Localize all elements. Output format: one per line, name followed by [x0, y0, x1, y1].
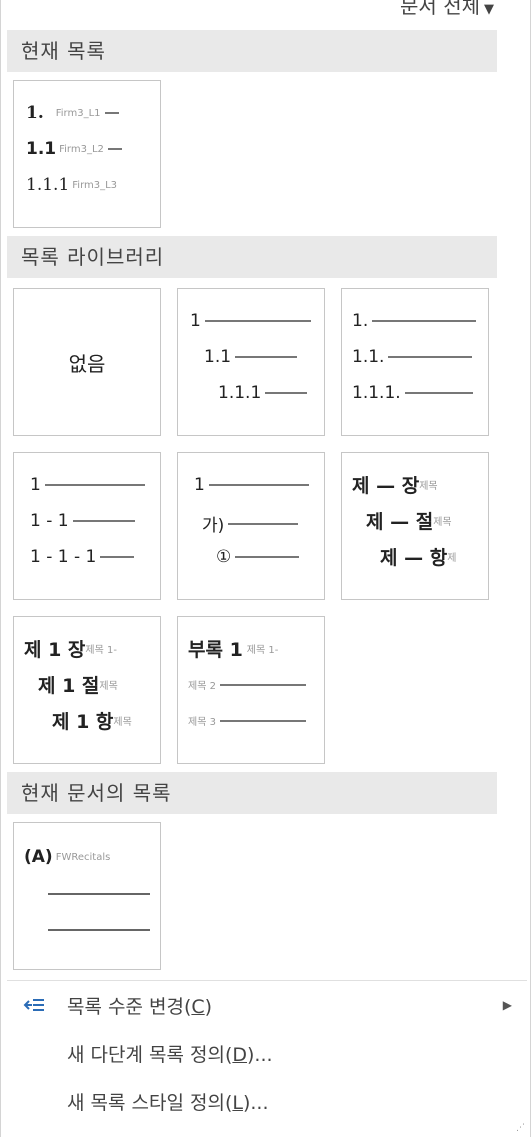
- list-gallery-panel: 문서 전체 ▼ 현재 목록 1. Firm3_L1 1.1 Firm3_L2 1.…: [0, 0, 531, 1137]
- list-level-2: 1.1 Firm3_L2: [26, 139, 122, 159]
- library-tile-numeric-dotted[interactable]: 1. 1.1. 1.1.1.: [341, 288, 489, 436]
- list-level-3: 1.1.1 Firm3_L3: [26, 175, 118, 195]
- document-list-tile[interactable]: (A) FWRecitals: [13, 822, 161, 970]
- indent-arrows-icon: [1, 997, 67, 1013]
- library-tile-numeric[interactable]: 1 1.1 1.1.1: [177, 288, 325, 436]
- library-tile-dashed-numeric[interactable]: 1 1 - 1 1 - 1 - 1: [13, 452, 161, 600]
- current-list-tile[interactable]: 1. Firm3_L1 1.1 Firm3_L2 1.1.1 Firm3_L3: [13, 80, 161, 228]
- list-level-1: 1. Firm3_L1: [26, 103, 119, 123]
- resize-grip-icon[interactable]: ⋰: [516, 1123, 526, 1133]
- change-level-label: 목록 수준 변경(C): [67, 995, 213, 1018]
- library-tile-korean-mixed[interactable]: 1 가) ①: [177, 452, 325, 600]
- section-document-lists: 현재 문서의 목록: [7, 772, 497, 814]
- library-tile-appendix[interactable]: 부록 1 제목 1- 제목 2 제목 3: [177, 616, 325, 764]
- define-style-label: 새 목록 스타일 정의(L)...: [67, 1091, 269, 1114]
- define-multilevel-list-item[interactable]: 새 다단계 목록 정의(D)...: [1, 1032, 530, 1074]
- caret-down-icon: ▼: [484, 2, 494, 17]
- define-list-style-item[interactable]: 새 목록 스타일 정의(L)...: [1, 1080, 530, 1122]
- library-tile-none[interactable]: 없음: [13, 288, 161, 436]
- define-multilevel-label: 새 다단계 목록 정의(D)...: [67, 1043, 273, 1066]
- section-list-library: 목록 라이브러리: [7, 236, 497, 278]
- section-current-list: 현재 목록: [7, 30, 497, 72]
- scope-label: 문서 전체: [400, 0, 480, 18]
- library-tile-chapter-numbered[interactable]: 제 1 장 제목 1- 제 1 절 제목 제 1 항 제목: [13, 616, 161, 764]
- chevron-right-icon: ▶: [502, 998, 512, 1012]
- change-list-level-item[interactable]: 목록 수준 변경(C) ▶: [1, 984, 530, 1026]
- scope-dropdown[interactable]: 문서 전체 ▼: [400, 0, 494, 19]
- library-tile-chapter-section[interactable]: 제 — 장 제목 제 — 절 제목 제 — 항제: [341, 452, 489, 600]
